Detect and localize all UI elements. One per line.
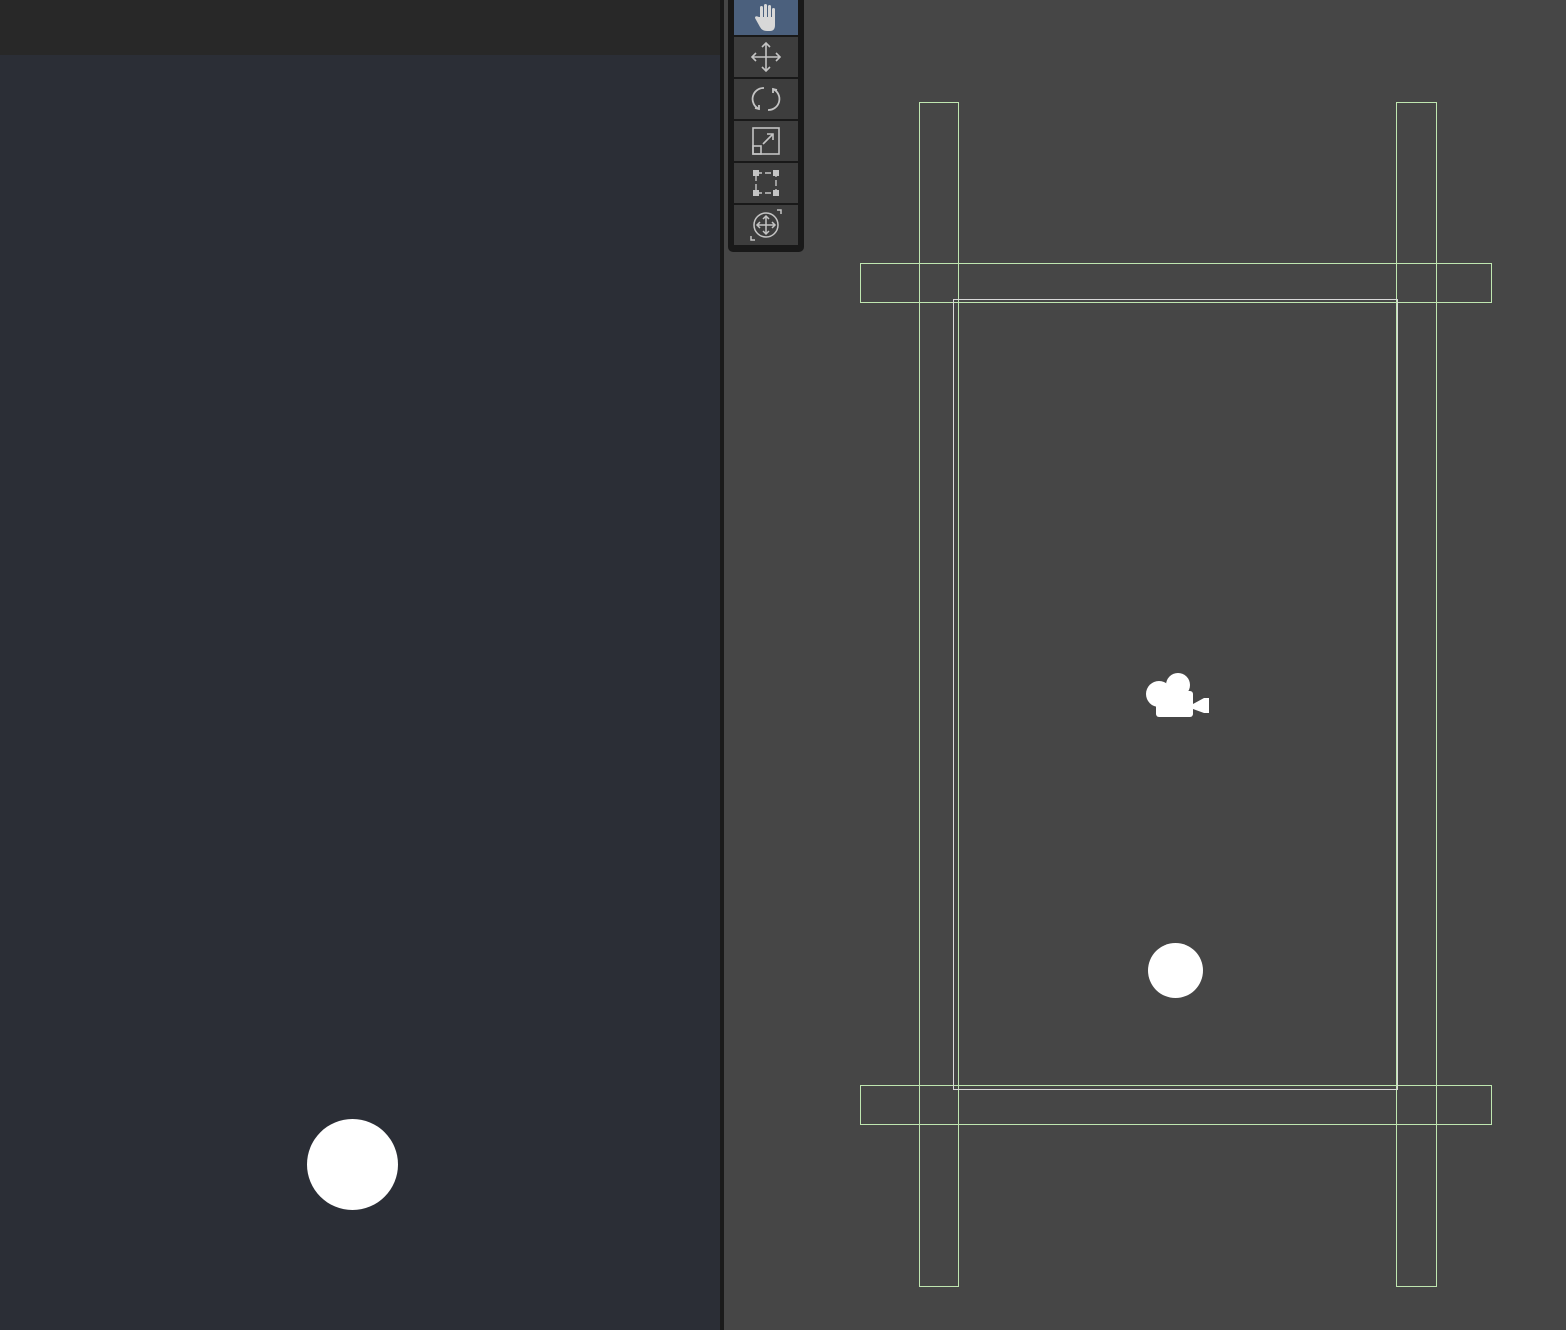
tool-palette [728, 0, 804, 252]
scale-tool-button[interactable] [734, 121, 798, 161]
top-wall-outline [860, 263, 1492, 303]
hand-icon [751, 3, 781, 33]
rotate-tool-button[interactable] [734, 79, 798, 119]
game-view-panel[interactable] [0, 0, 720, 1330]
rect-tool-button[interactable] [734, 163, 798, 203]
bottom-wall-outline [860, 1085, 1492, 1125]
move-tool-button[interactable] [734, 37, 798, 77]
scene-ball[interactable] [1148, 943, 1203, 998]
rect-transform-icon [749, 166, 783, 200]
game-ball [307, 1119, 398, 1210]
move-arrows-icon [749, 40, 783, 74]
camera-icon[interactable] [1143, 671, 1210, 721]
transform-icon [749, 208, 783, 242]
game-view-toolbar [0, 0, 720, 55]
scale-icon [749, 124, 783, 158]
rotate-icon [749, 82, 783, 116]
transform-tool-button[interactable] [734, 205, 798, 245]
view-tool-button[interactable] [734, 0, 798, 35]
editor-window [0, 0, 1566, 1330]
